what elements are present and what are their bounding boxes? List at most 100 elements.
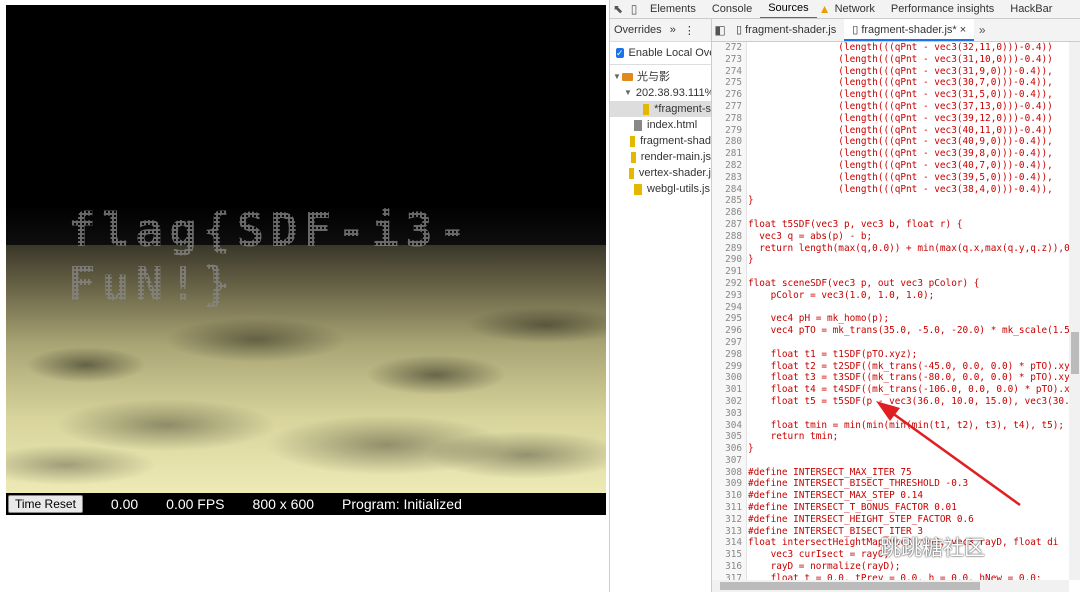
- line-number[interactable]: 285: [712, 195, 746, 207]
- code-line[interactable]: 312 #define INTERSECT_HEIGHT_STEP_FACTOR …: [712, 514, 1069, 526]
- vertical-scrollbar[interactable]: [1069, 42, 1080, 580]
- code-editor[interactable]: 272 (length(((qPnt - vec3(32,11,0)))-0.4…: [712, 42, 1069, 580]
- code-text[interactable]: (length(((qPnt - vec3(40,9,0)))-0.4)),: [746, 136, 1053, 148]
- code-text[interactable]: #define INTERSECT_T_BONUS_FACTOR 0.01: [746, 502, 957, 514]
- tree-item[interactable]: ▼ 202.38.93.111%: [610, 85, 711, 101]
- code-text[interactable]: rayD = normalize(rayD);: [746, 561, 901, 573]
- code-line[interactable]: 283 (length(((qPnt - vec3(39,5,0)))-0.4)…: [712, 172, 1069, 184]
- code-text[interactable]: [746, 207, 748, 219]
- code-text[interactable]: (length(((qPnt - vec3(31,10,0)))-0.4)): [746, 54, 1053, 66]
- line-number[interactable]: 293: [712, 290, 746, 302]
- webgl-canvas[interactable]: flag{SDF-i3-FuN!}: [6, 5, 606, 493]
- code-line[interactable]: 300 float t3 = t3SDF((mk_trans(-80.0, 0.…: [712, 372, 1069, 384]
- horizontal-scrollbar[interactable]: [712, 580, 1069, 592]
- line-number[interactable]: 291: [712, 266, 746, 278]
- code-text[interactable]: (length(((qPnt - vec3(32,11,0)))-0.4)): [746, 42, 1053, 54]
- code-line[interactable]: 299 float t2 = t2SDF((mk_trans(-45.0, 0.…: [712, 361, 1069, 373]
- code-line[interactable]: 273 (length(((qPnt - vec3(31,10,0)))-0.4…: [712, 54, 1069, 66]
- line-number[interactable]: 308: [712, 467, 746, 479]
- tree-item[interactable]: ▼ 光与影: [610, 69, 711, 85]
- line-number[interactable]: 297: [712, 337, 746, 349]
- scroll-thumb[interactable]: [720, 582, 980, 590]
- line-number[interactable]: 281: [712, 148, 746, 160]
- line-number[interactable]: 274: [712, 66, 746, 78]
- code-text[interactable]: float t3 = t3SDF((mk_trans(-80.0, 0.0, 0…: [746, 372, 1069, 384]
- code-text[interactable]: float t = 0.0, tPrev = 0.0, h = 0.0, hNe…: [746, 573, 1042, 580]
- tab-network[interactable]: Network: [833, 0, 883, 18]
- code-line[interactable]: 284 (length(((qPnt - vec3(38,4,0)))-0.4)…: [712, 184, 1069, 196]
- tree-item[interactable]: webgl-utils.js: [610, 181, 711, 197]
- code-text[interactable]: #define INTERSECT_MAX_ITER 75: [746, 467, 912, 479]
- code-text[interactable]: }: [746, 443, 754, 455]
- line-number[interactable]: 277: [712, 101, 746, 113]
- more-tabs-icon[interactable]: »: [974, 23, 990, 37]
- code-line[interactable]: 286: [712, 207, 1069, 219]
- code-line[interactable]: 292 float sceneSDF(vec3 p, out vec3 pColo…: [712, 278, 1069, 290]
- line-number[interactable]: 316: [712, 561, 746, 573]
- line-number[interactable]: 307: [712, 455, 746, 467]
- code-text[interactable]: #define INTERSECT_MAX_STEP 0.14: [746, 490, 923, 502]
- line-number[interactable]: 305: [712, 431, 746, 443]
- line-number[interactable]: 302: [712, 396, 746, 408]
- line-number[interactable]: 287: [712, 219, 746, 231]
- device-toolbar-icon[interactable]: ▯: [626, 2, 642, 16]
- line-number[interactable]: 310: [712, 490, 746, 502]
- line-number[interactable]: 304: [712, 420, 746, 432]
- code-text[interactable]: vec4 pTO = mk_trans(35.0, -5.0, -20.0) *…: [746, 325, 1069, 337]
- code-line[interactable]: 306}: [712, 443, 1069, 455]
- code-text[interactable]: float tmin = min(min(min(min(t1, t2), t3…: [746, 420, 1065, 432]
- code-line[interactable]: 275 (length(((qPnt - vec3(30,7,0)))-0.4)…: [712, 77, 1069, 89]
- tab-console[interactable]: Console: [704, 0, 760, 18]
- code-line[interactable]: 298 float t1 = t1SDF(pTO.xyz);: [712, 349, 1069, 361]
- line-number[interactable]: 275: [712, 77, 746, 89]
- code-text[interactable]: float t4 = t4SDF((mk_trans(-106.0, 0.0, …: [746, 384, 1069, 396]
- line-number[interactable]: 282: [712, 160, 746, 172]
- code-text[interactable]: float sceneSDF(vec3 p, out vec3 pColor) …: [746, 278, 979, 290]
- code-line[interactable]: 304 float tmin = min(min(min(min(t1, t2)…: [712, 420, 1069, 432]
- code-line[interactable]: 274 (length(((qPnt - vec3(31,9,0)))-0.4)…: [712, 66, 1069, 78]
- line-number[interactable]: 288: [712, 231, 746, 243]
- line-number[interactable]: 301: [712, 384, 746, 396]
- time-reset-button[interactable]: Time Reset: [8, 495, 83, 513]
- code-line[interactable]: 272 (length(((qPnt - vec3(32,11,0)))-0.4…: [712, 42, 1069, 54]
- line-number[interactable]: 278: [712, 113, 746, 125]
- code-text[interactable]: (length(((qPnt - vec3(38,4,0)))-0.4)),: [746, 184, 1053, 196]
- code-line[interactable]: 311 #define INTERSECT_T_BONUS_FACTOR 0.01: [712, 502, 1069, 514]
- code-line[interactable]: 297: [712, 337, 1069, 349]
- line-number[interactable]: 300: [712, 372, 746, 384]
- code-text[interactable]: float t1 = t1SDF(pTO.xyz);: [746, 349, 918, 361]
- code-text[interactable]: (length(((qPnt - vec3(39,5,0)))-0.4)),: [746, 172, 1053, 184]
- code-line[interactable]: 289 return length(max(q,0.0)) + min(max(…: [712, 243, 1069, 255]
- code-text[interactable]: (length(((qPnt - vec3(31,5,0)))-0.4)),: [746, 89, 1053, 101]
- code-line[interactable]: 307: [712, 455, 1069, 467]
- code-line[interactable]: 303: [712, 408, 1069, 420]
- tab-performance-insights[interactable]: Performance insights: [883, 0, 1002, 18]
- line-number[interactable]: 284: [712, 184, 746, 196]
- code-text[interactable]: #define INTERSECT_HEIGHT_STEP_FACTOR 0.6: [746, 514, 974, 526]
- line-number[interactable]: 292: [712, 278, 746, 290]
- expand-triangle-icon[interactable]: ▼: [612, 69, 622, 85]
- line-number[interactable]: 289: [712, 243, 746, 255]
- code-line[interactable]: 280 (length(((qPnt - vec3(40,9,0)))-0.4)…: [712, 136, 1069, 148]
- code-text[interactable]: (length(((qPnt - vec3(37,13,0)))-0.4)): [746, 101, 1053, 113]
- line-number[interactable]: 317: [712, 573, 746, 580]
- code-line[interactable]: 290}: [712, 254, 1069, 266]
- code-line[interactable]: 310 #define INTERSECT_MAX_STEP 0.14: [712, 490, 1069, 502]
- file-tab-fragment-shader[interactable]: ▯ fragment-shader.js: [728, 19, 844, 41]
- code-line[interactable]: 287 float t5SDF(vec3 p, vec3 b, float r) …: [712, 219, 1069, 231]
- code-line[interactable]: 316 rayD = normalize(rayD);: [712, 561, 1069, 573]
- code-text[interactable]: (length(((qPnt - vec3(39,8,0)))-0.4)),: [746, 148, 1053, 160]
- code-line[interactable]: 294: [712, 302, 1069, 314]
- code-text[interactable]: return length(max(q,0.0)) + min(max(q.x,…: [746, 243, 1069, 255]
- code-text[interactable]: (length(((qPnt - vec3(40,11,0)))-0.4)): [746, 125, 1053, 137]
- code-text[interactable]: (length(((qPnt - vec3(31,9,0)))-0.4)),: [746, 66, 1053, 78]
- line-number[interactable]: 290: [712, 254, 746, 266]
- tree-item[interactable]: *fragment-s: [610, 101, 711, 117]
- code-line[interactable]: 295 vec4 pH = mk_homo(p);: [712, 313, 1069, 325]
- code-line[interactable]: 317 float t = 0.0, tPrev = 0.0, h = 0.0,…: [712, 573, 1069, 580]
- tree-item[interactable]: fragment-shad: [610, 133, 711, 149]
- line-number[interactable]: 273: [712, 54, 746, 66]
- code-line[interactable]: 279 (length(((qPnt - vec3(40,11,0)))-0.4…: [712, 125, 1069, 137]
- line-number[interactable]: 279: [712, 125, 746, 137]
- line-number[interactable]: 309: [712, 478, 746, 490]
